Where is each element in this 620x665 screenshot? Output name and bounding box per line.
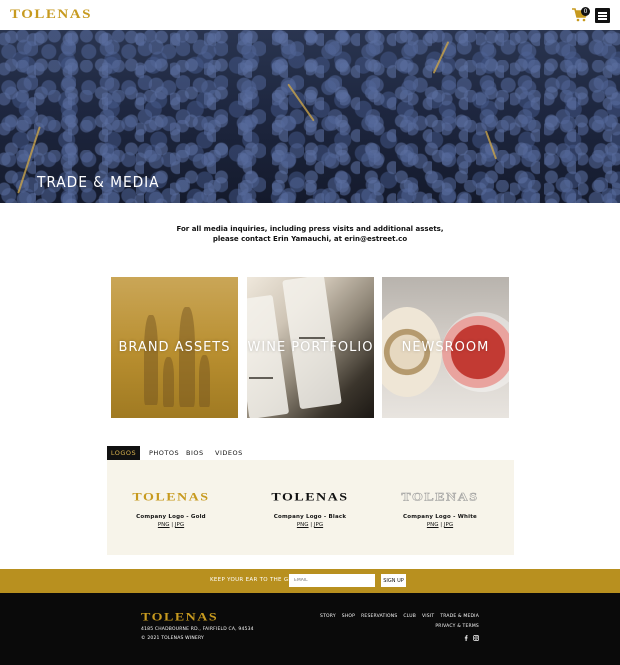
logo-downloads: PNG | JPG	[111, 522, 231, 528]
logo-item-black: TOLENAS Company Logo - Black PNG | JPG	[250, 488, 370, 528]
grape-stem-decoration	[432, 41, 450, 74]
footer-logo[interactable]: TOLENAS	[141, 611, 218, 625]
site-footer: TOLENAS 4185 CHADBOURNE RD., FAIRFIELD C…	[0, 593, 620, 665]
footer-link-club[interactable]: CLUB	[403, 614, 416, 619]
jpg-download-link[interactable]: JPG	[314, 522, 323, 528]
wine-portfolio-card[interactable]: WINE PORTFOLIO	[247, 277, 374, 418]
hamburger-menu-icon[interactable]	[595, 8, 610, 23]
family-photo-figure	[179, 307, 195, 407]
tab-bios[interactable]: BIOS	[186, 446, 204, 460]
family-photo-figure	[144, 315, 158, 405]
png-download-link[interactable]: PNG	[297, 522, 309, 528]
footer-link-visit[interactable]: VISIT	[422, 614, 434, 619]
jpg-download-link[interactable]: JPG	[444, 522, 453, 528]
footer-link-reservations[interactable]: RESERVATIONS	[361, 614, 397, 619]
logo-name: Company Logo - Black	[273, 514, 347, 520]
family-photo-figure	[199, 355, 210, 407]
footer-copyright: © 2021 TOLENAS WINERY	[141, 636, 204, 641]
bottle-label-line	[299, 337, 325, 339]
logo-name: Company Logo - Gold	[136, 514, 206, 520]
footer-nav: STORY SHOP RESERVATIONS CLUB VISIT TRADE…	[320, 614, 479, 619]
brand-assets-card[interactable]: BRAND ASSETS	[111, 277, 238, 418]
footer-link-story[interactable]: STORY	[320, 614, 336, 619]
sign-up-button[interactable]: SIGN UP	[381, 574, 406, 587]
wine-bottle-image	[247, 294, 290, 418]
page-title: TRADE & MEDIA	[37, 173, 160, 191]
newsletter-bar: KEEP YOUR EAR TO THE GROUND SIGN UP	[0, 569, 620, 593]
logo-preview-black: TOLENAS	[271, 491, 349, 504]
email-input[interactable]	[289, 574, 375, 587]
instagram-icon[interactable]	[473, 635, 479, 641]
privacy-terms-link[interactable]: PRIVACY & TERMS	[435, 624, 479, 629]
tab-videos[interactable]: VIDEOS	[215, 446, 243, 460]
hero-banner: TRADE & MEDIA	[0, 30, 620, 203]
grape-stem-decoration	[484, 130, 498, 160]
png-download-link[interactable]: PNG	[427, 522, 439, 528]
cart-count-badge: 0	[581, 7, 590, 16]
card-label: NEWSROOM	[401, 340, 490, 355]
card-label: WINE PORTFOLIO	[247, 340, 374, 355]
media-contact-text: For all media inquiries, including press…	[176, 225, 444, 243]
jpg-download-link[interactable]: JPG	[175, 522, 184, 528]
card-label: BRAND ASSETS	[118, 340, 231, 355]
family-photo-figure	[163, 357, 174, 407]
logo-downloads: PNG | JPG	[380, 522, 500, 528]
logo-preview-gold: TOLENAS	[132, 491, 210, 504]
logo-name: Company Logo - White	[403, 514, 477, 520]
logo-downloads: PNG | JPG	[250, 522, 370, 528]
newsroom-card[interactable]: NEWSROOM	[382, 277, 509, 418]
logo-item-white: TOLENAS Company Logo - White PNG | JPG	[380, 488, 500, 528]
footer-address: 4185 CHADBOURNE RD., FAIRFIELD CA, 94534	[141, 627, 254, 632]
logo-item-gold: TOLENAS Company Logo - Gold PNG | JPG	[111, 488, 231, 528]
png-download-link[interactable]: PNG	[158, 522, 170, 528]
facebook-icon[interactable]	[463, 635, 469, 641]
bottle-label-line	[249, 377, 273, 379]
logos-panel: TOLENAS Company Logo - Gold PNG | JPG TO…	[107, 460, 514, 555]
footer-link-trade-media[interactable]: TRADE & MEDIA	[440, 614, 479, 619]
tab-photos[interactable]: PHOTOS	[149, 446, 179, 460]
footer-link-shop[interactable]: SHOP	[342, 614, 355, 619]
site-header: TOLENAS 0	[0, 0, 620, 30]
grape-stem-decoration	[287, 83, 315, 122]
logo-preview-white: TOLENAS	[401, 491, 479, 504]
site-logo[interactable]: TOLENAS	[10, 8, 92, 22]
tab-logos[interactable]: LOGOS	[107, 446, 140, 460]
